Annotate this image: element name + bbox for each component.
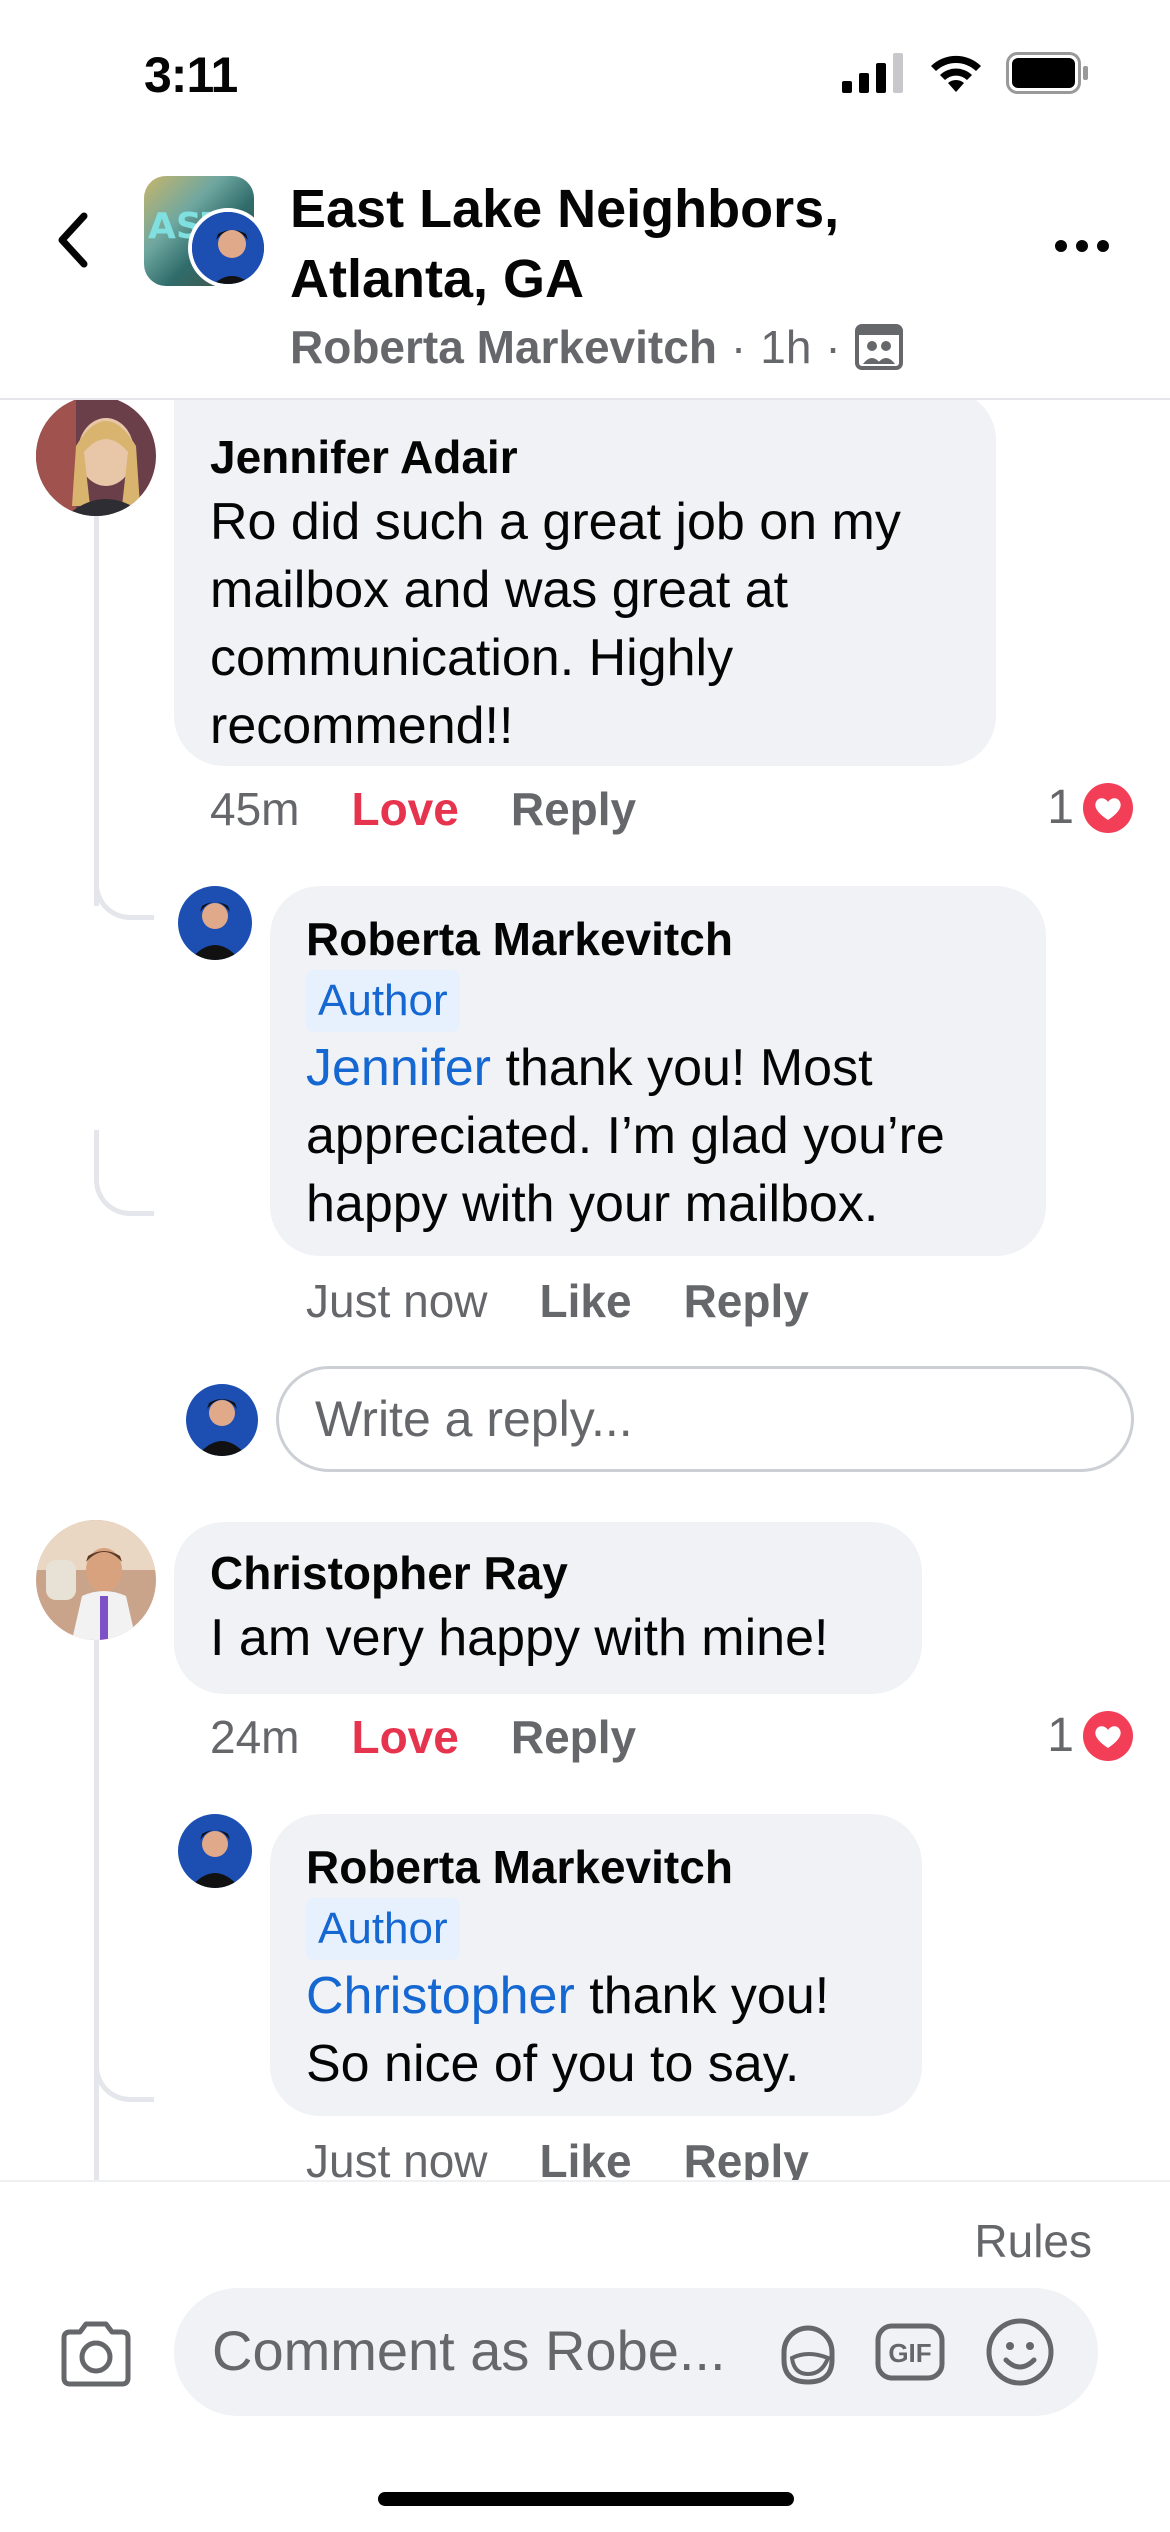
- reaction-count-value: 1: [1047, 1709, 1074, 1762]
- gif-label: GIF: [888, 2338, 931, 2368]
- reply-text: Christopher thank you! So nice of you to…: [306, 1962, 886, 2098]
- like-button[interactable]: Like: [540, 1274, 632, 1328]
- avatar-photo: [36, 1520, 156, 1640]
- avatar-photo: [178, 886, 252, 960]
- post-time: 1h: [760, 321, 812, 373]
- author-badge-row: Author: [306, 1898, 886, 1962]
- comment-input[interactable]: Comment as Robe... GIF: [174, 2288, 1098, 2416]
- camera-button[interactable]: [56, 2314, 136, 2394]
- gif-icon: GIF: [875, 2323, 945, 2381]
- back-chevron-icon: [58, 212, 88, 268]
- sticker-icon: [781, 2325, 835, 2385]
- more-options-button[interactable]: [1042, 216, 1122, 276]
- sticker-button[interactable]: [772, 2316, 844, 2388]
- like-button[interactable]: Like: [540, 2134, 632, 2180]
- my-avatar: [186, 1384, 258, 1456]
- signal-icon: [842, 53, 903, 93]
- battery-icon: [1006, 52, 1088, 94]
- comment-text: I am very happy with mine!: [210, 1609, 829, 1667]
- reply-button[interactable]: Reply: [684, 2134, 809, 2180]
- commenter-avatar[interactable]: [36, 400, 156, 516]
- thread-line: [94, 1640, 99, 2180]
- avatar-photo: [178, 1814, 252, 1888]
- meta-separator: ·: [825, 321, 841, 373]
- gif-button[interactable]: GIF: [874, 2316, 946, 2388]
- thread-connector: [94, 830, 154, 920]
- reply-avatar[interactable]: [178, 886, 252, 960]
- camera-icon: [61, 2321, 131, 2387]
- reply-text: Jennifer thank you! Most appreciated. I’…: [306, 1034, 1010, 1238]
- comment-composer: Rules Comment as Robe... GIF: [0, 2180, 1170, 2532]
- meta-separator: ·: [730, 321, 747, 373]
- back-button[interactable]: [42, 200, 102, 280]
- post-author[interactable]: Roberta Markevitch: [290, 320, 717, 374]
- comment-bubble[interactable]: Christopher Ray I am very happy with min…: [174, 1522, 922, 1694]
- emoji-icon: [986, 2318, 1054, 2386]
- reply-button[interactable]: Reply: [511, 782, 636, 836]
- commenter-avatar[interactable]: [36, 1520, 156, 1640]
- reply-input-placeholder: Write a reply...: [315, 1391, 633, 1447]
- thread-connector: [94, 1130, 154, 1216]
- comment-bubble[interactable]: Jennifer Adair Ro did such a great job o…: [174, 400, 996, 766]
- reply-author-name[interactable]: Roberta Markevitch: [306, 1836, 886, 1898]
- commenter-name[interactable]: Christopher Ray: [210, 1542, 886, 1604]
- post-header: AST East Lake Neighbors, Atlanta, GA Rob…: [0, 150, 1170, 400]
- status-bar: 3:11: [0, 0, 1170, 150]
- heart-reaction-icon: [1083, 782, 1133, 833]
- reply-button[interactable]: Reply: [684, 1274, 809, 1328]
- comment-actions: 24m Love Reply: [210, 1710, 636, 1764]
- commenter-name[interactable]: Jennifer Adair: [210, 426, 960, 488]
- more-icon: [1055, 240, 1109, 252]
- love-reaction-button[interactable]: Love: [351, 782, 458, 836]
- reply-actions: Just now Like Reply: [306, 2134, 809, 2180]
- author-avatar[interactable]: [188, 208, 268, 288]
- reply-input[interactable]: Write a reply...: [276, 1366, 1134, 1472]
- mention-link[interactable]: Christopher: [306, 1967, 575, 2025]
- mention-link[interactable]: Jennifer: [306, 1039, 491, 1097]
- author-badge: Author: [306, 1898, 460, 1960]
- reply-avatar[interactable]: [178, 1814, 252, 1888]
- avatar-photo: [36, 400, 156, 516]
- reply-bubble[interactable]: Roberta Markevitch Author Christopher th…: [270, 1814, 922, 2116]
- comment-time: 45m: [210, 783, 300, 835]
- author-badge-row: Author: [306, 970, 1010, 1034]
- group-title[interactable]: East Lake Neighbors, Atlanta, GA: [290, 174, 1050, 314]
- emoji-button[interactable]: [984, 2316, 1056, 2388]
- home-indicator[interactable]: [378, 2492, 794, 2506]
- reply-bubble[interactable]: Roberta Markevitch Author Jennifer thank…: [270, 886, 1046, 1256]
- reaction-count[interactable]: 1: [1047, 780, 1134, 835]
- reply-author-name[interactable]: Roberta Markevitch: [306, 908, 1010, 970]
- reaction-count[interactable]: 1: [1047, 1708, 1134, 1763]
- reply-time: Just now: [306, 2135, 488, 2180]
- comment-input-placeholder: Comment as Robe...: [212, 2319, 726, 2382]
- love-reaction-button[interactable]: Love: [351, 1710, 458, 1764]
- author-badge: Author: [306, 970, 460, 1032]
- thread-connector: [94, 2020, 154, 2102]
- heart-reaction-icon: [1083, 1710, 1133, 1761]
- reply-time: Just now: [306, 1275, 488, 1327]
- wifi-icon: [931, 55, 981, 92]
- rules-link[interactable]: Rules: [974, 2214, 1092, 2268]
- avatar-photo: [186, 1384, 258, 1456]
- reply-button[interactable]: Reply: [511, 1710, 636, 1764]
- reaction-count-value: 1: [1047, 781, 1074, 834]
- post-meta: Roberta Markevitch · 1h ·: [290, 320, 903, 374]
- comment-actions: 45m Love Reply: [210, 782, 636, 836]
- group-icon: [854, 324, 903, 370]
- status-time: 3:11: [144, 47, 238, 103]
- status-icons: [842, 52, 1090, 94]
- comment-time: 24m: [210, 1711, 300, 1763]
- comment-text: Ro did such a great job on my mailbox an…: [210, 493, 901, 755]
- reply-actions: Just now Like Reply: [306, 1274, 809, 1328]
- comment-thread[interactable]: Jennifer Adair Ro did such a great job o…: [0, 400, 1170, 2180]
- avatar-photo: [192, 212, 264, 284]
